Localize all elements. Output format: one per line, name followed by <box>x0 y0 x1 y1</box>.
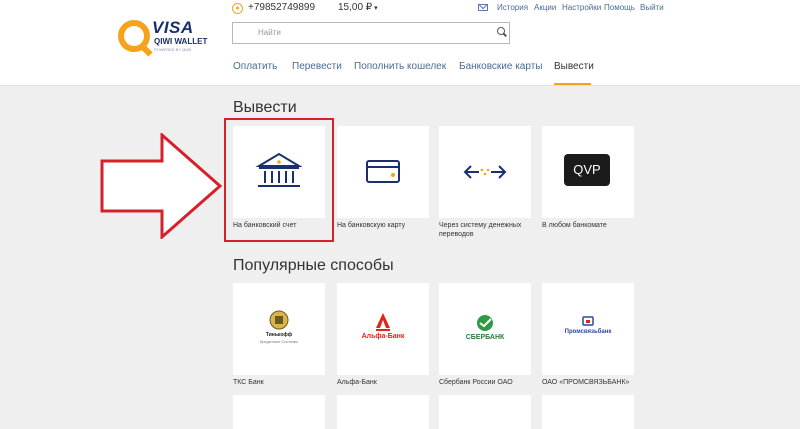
popular-card-next-4[interactable] <box>542 395 634 429</box>
withdraw-card-bank-card[interactable] <box>337 126 429 218</box>
toplink-promos[interactable]: Акции <box>534 3 556 12</box>
tinkoff-logo-text: Тинькофф <box>265 332 293 338</box>
phone-number[interactable]: +79852749899 <box>248 2 315 13</box>
search-icon[interactable] <box>497 27 505 35</box>
withdraw-label-money-transfer[interactable]: Через систему денежных переводов <box>439 221 535 239</box>
toplink-help[interactable]: Помощь <box>604 3 635 12</box>
popular-label-tks[interactable]: ТКС Банк <box>233 378 264 387</box>
popular-label-sberbank[interactable]: Сбербанк России ОАО <box>439 378 513 387</box>
chevron-down-icon: ▾ <box>374 5 378 12</box>
popular-card-alfa[interactable]: Альфа-Банк <box>337 283 429 375</box>
sberbank-leaf-icon <box>477 315 493 331</box>
sberbank-logo-text: СБЕРБАНК <box>465 334 505 341</box>
nav-transfer[interactable]: Перевести <box>292 61 342 72</box>
popular-card-sberbank[interactable]: СБЕРБАНК <box>439 283 531 375</box>
highlight-frame <box>224 118 334 242</box>
transfer-arrows-icon <box>463 165 507 179</box>
nav-pay[interactable]: Оплатить <box>233 61 277 72</box>
user-icon: ● <box>232 3 243 14</box>
logo-powered-text: POWERED BY QIWI <box>154 47 192 52</box>
toplink-settings[interactable]: Настройки <box>562 3 601 12</box>
highlight-arrow <box>100 133 223 239</box>
nav-topup[interactable]: Пополнить кошелек <box>354 61 446 72</box>
logo-brand-text: VISA <box>152 18 194 37</box>
logo-wallet-text: QIWI WALLET <box>154 37 208 46</box>
popular-card-psb[interactable]: Промсвязьбанк <box>542 283 634 375</box>
qvp-icon: QVP <box>564 154 610 186</box>
withdraw-label-atm[interactable]: В любом банкомате <box>542 221 607 230</box>
nav-bank-cards[interactable]: Банковские карты <box>459 61 542 72</box>
popular-card-tks[interactable]: Тинькофф Кредитные Системы <box>233 283 325 375</box>
popular-label-alfa[interactable]: Альфа-Банк <box>337 378 377 387</box>
nav-withdraw[interactable]: Вывести <box>554 61 594 72</box>
qiwi-logo[interactable]: VISA QIWI WALLET POWERED BY QIWI <box>118 18 208 56</box>
balance-value: 15,00 ₽ <box>338 2 373 13</box>
bank-card-icon <box>366 160 400 183</box>
withdraw-card-atm[interactable]: QVP <box>542 126 634 218</box>
tinkoff-logo-sub: Кредитные Системы <box>259 339 299 344</box>
nav-active-indicator <box>554 83 591 85</box>
alfa-a-icon <box>376 313 390 331</box>
alfa-logo-text: Альфа-Банк <box>361 333 405 340</box>
qiwi-q-icon <box>118 20 150 52</box>
popular-card-next-3[interactable] <box>439 395 531 429</box>
toplink-logout[interactable]: Выйти <box>640 3 664 12</box>
popular-title: Популярные способы <box>233 257 394 274</box>
withdraw-label-bank-card[interactable]: На банковскую карту <box>337 221 405 230</box>
psb-logo-text: Промсвязьбанк <box>564 329 612 335</box>
mail-icon[interactable] <box>478 4 488 11</box>
search-input[interactable]: Найти <box>232 22 510 44</box>
header: VISA QIWI WALLET POWERED BY QIWI ● +7985… <box>0 0 800 86</box>
tinkoff-emblem-icon <box>269 310 289 330</box>
popular-card-next-1[interactable] <box>233 395 325 429</box>
toplink-history[interactable]: История <box>497 3 528 12</box>
withdraw-title: Вывести <box>233 99 297 116</box>
withdraw-card-money-transfer[interactable] <box>439 126 531 218</box>
popular-label-psb[interactable]: ОАО «ПРОМСВЯЗЬБАНК» <box>542 378 629 387</box>
search-placeholder: Найти <box>258 28 281 37</box>
balance[interactable]: 15,00 ₽ ▾ <box>338 2 378 13</box>
popular-card-next-2[interactable] <box>337 395 429 429</box>
